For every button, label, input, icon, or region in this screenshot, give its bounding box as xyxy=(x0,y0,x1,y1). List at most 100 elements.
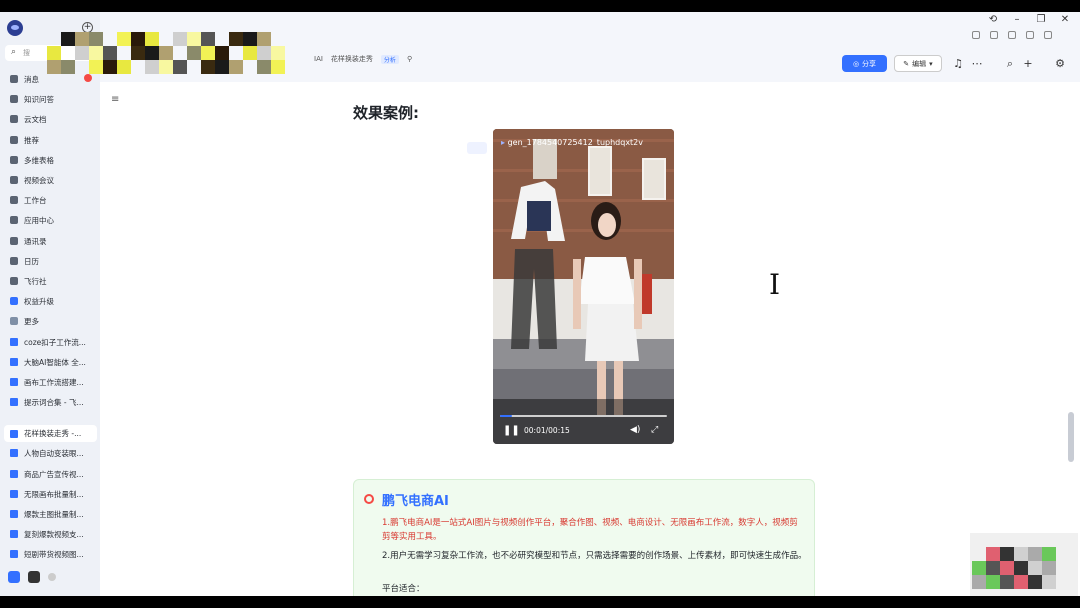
sidebar-item-more[interactable]: 更多 xyxy=(10,314,39,328)
video-file-icon: ▸ xyxy=(501,138,506,147)
settings-icon[interactable]: ⚙ xyxy=(1054,57,1066,70)
mosaic-tile xyxy=(972,575,986,589)
bell-icon[interactable]: ♫ xyxy=(952,57,964,70)
mosaic-tile xyxy=(201,32,215,46)
breadcrumb-current[interactable]: 花样换装走秀 xyxy=(331,54,373,64)
app-logo[interactable] xyxy=(7,20,23,36)
mosaic-tile xyxy=(1042,575,1056,589)
fullscreen-icon[interactable]: ⤢ xyxy=(651,425,658,435)
mosaic-tile xyxy=(1042,547,1056,561)
mosaic-tile xyxy=(257,46,271,60)
mosaic-tile xyxy=(117,60,131,74)
history-icon[interactable]: ⟲ xyxy=(988,14,998,25)
section-title: 效果案例: xyxy=(353,104,419,122)
sidebar-doc-active[interactable]: 花样换装走秀 -... xyxy=(4,425,97,442)
sidebar-doc[interactable]: 商品广告宣传视... xyxy=(10,467,84,481)
media-icon[interactable] xyxy=(28,571,40,583)
sidebar-item-label: 飞行社 xyxy=(24,276,47,286)
sidebar-item-knowledge[interactable]: 知识问答 xyxy=(10,92,54,106)
sidebar-item-recommend[interactable]: 推荐 xyxy=(10,133,39,147)
more-icon[interactable]: ⋯ xyxy=(971,57,983,70)
video-progress-track[interactable] xyxy=(500,415,667,417)
window-icon[interactable] xyxy=(990,31,998,39)
more-dot-icon[interactable] xyxy=(48,573,56,581)
breadcrumb-parent[interactable]: IAI xyxy=(314,55,323,63)
sidebar-item-contacts[interactable]: 通讯录 xyxy=(10,234,47,248)
more-window-icon[interactable] xyxy=(1044,31,1052,39)
sidebar-doc-label: 复刻爆款视频支... xyxy=(24,529,84,539)
mosaic-tile xyxy=(61,32,75,46)
sidebar-item-messages[interactable]: 消息 xyxy=(10,72,39,86)
more-apps-icon xyxy=(10,317,18,325)
video-player[interactable]: ▸ gen_1784540725412_tuphdqxt2v ❚❚ 00:01/… xyxy=(493,129,674,444)
sidebar-doc[interactable]: 复刻爆款视频支... xyxy=(10,527,84,541)
sidebar-item-upgrade[interactable]: 权益升级 xyxy=(10,294,54,308)
mosaic-tile xyxy=(201,46,215,60)
table-icon xyxy=(10,156,18,164)
add-icon[interactable]: + xyxy=(1022,57,1034,70)
mosaic-tile xyxy=(61,60,75,74)
volume-icon[interactable]: ◀) xyxy=(630,425,640,435)
sidebar-doc[interactable]: 短剧带货视频图... xyxy=(10,547,84,561)
edit-mode-button[interactable]: ✎ 编辑 ▾ xyxy=(894,55,942,72)
video-progress-fill xyxy=(500,415,512,417)
share-button[interactable]: ◎ 分享 xyxy=(842,55,887,72)
link-icon[interactable] xyxy=(1008,31,1016,39)
callout-card: 鹏飞电商AI 1.鹏飞电商AI是一站式AI图片与视频创作平台，聚合作图、视频、电… xyxy=(353,479,815,604)
pause-icon[interactable]: ❚❚ xyxy=(503,425,520,436)
sidebar-item-meeting[interactable]: 视频会议 xyxy=(10,173,54,187)
forward-icon[interactable] xyxy=(1026,31,1034,39)
video-current-time: 00:01 xyxy=(524,426,546,435)
close-icon[interactable]: ✕ xyxy=(1060,14,1070,25)
mosaic-tile xyxy=(229,60,243,74)
mosaic-tile xyxy=(1042,561,1056,575)
card-paragraph-1: 1.鹏飞电商AI是一站式AI图片与视频创作平台，聚合作图、视频、电商设计、无限画… xyxy=(382,518,798,542)
doc-icon xyxy=(10,378,18,386)
window-controls: ⟲ – ❐ ✕ xyxy=(988,14,1070,25)
doc-app-icon[interactable] xyxy=(8,571,20,583)
sidebar-doc[interactable]: 人物自动变装眼... xyxy=(10,446,84,460)
search-icon[interactable]: ⌕ xyxy=(1004,57,1016,71)
sidebar-item-feixingshe[interactable]: 飞行社 xyxy=(10,274,47,288)
doc-icon xyxy=(10,429,18,438)
sidebar-doc[interactable]: coze扣子工作流... xyxy=(10,335,86,349)
doc-body: ≡ 效果案例: ▸ gen_1784540725412_tuphdqxt2v ❚… xyxy=(100,82,1080,604)
pin-icon[interactable]: ⚲ xyxy=(407,55,412,63)
sidebar-doc[interactable]: 爆款主图批量制... xyxy=(10,507,84,521)
sidebar-doc[interactable]: 提示词合集 - 飞... xyxy=(10,395,84,409)
sidebar-doc[interactable]: 无限画布批量制... xyxy=(10,487,84,501)
sidebar-item-calendar[interactable]: 日历 xyxy=(10,254,39,268)
sidebar-doc-label: 短剧带货视频图... xyxy=(24,549,84,559)
pencil-icon: ✎ xyxy=(903,59,910,68)
doc-icon xyxy=(10,550,18,558)
minimize-icon[interactable]: – xyxy=(1012,14,1022,25)
sidebar-item-docs[interactable]: 云文档 xyxy=(10,112,47,126)
mosaic-tile xyxy=(89,32,103,46)
restore-icon[interactable]: ❐ xyxy=(1036,14,1046,25)
block-handle[interactable] xyxy=(467,142,487,154)
contacts-icon xyxy=(10,237,18,245)
mosaic-tile xyxy=(215,60,229,74)
sidebar-item-workplace[interactable]: 工作台 xyxy=(10,193,47,207)
sidebar-item-label: 日历 xyxy=(24,256,39,266)
sidebar-doc[interactable]: 画布工作流搭建... xyxy=(10,375,84,389)
outline-icon[interactable]: ≡ xyxy=(111,94,119,105)
sidebar-doc[interactable]: 大脑AI智能体 全... xyxy=(10,355,86,369)
edit-label: 编辑 xyxy=(912,59,927,68)
mosaic-tile xyxy=(257,32,271,46)
mosaic-tile xyxy=(257,60,271,74)
text-cursor-icon: I xyxy=(769,268,781,301)
sidebar-item-base[interactable]: 多维表格 xyxy=(10,153,54,167)
scrollbar-thumb[interactable] xyxy=(1068,412,1074,462)
doc-icon xyxy=(10,510,18,518)
sidebar-item-label: 通讯录 xyxy=(24,236,47,246)
comment-icon[interactable] xyxy=(972,31,980,39)
sidebar-doc-label: 爆款主图批量制... xyxy=(24,509,84,519)
sidebar-doc-label: coze扣子工作流... xyxy=(24,337,86,347)
doc-tag: 分析 xyxy=(380,54,399,64)
mosaic-tile xyxy=(173,60,187,74)
app-window: + ⌕ 搜 消息 知识问答 云文档 推荐 多维表格 视频会议 工作台 应用中心 … xyxy=(0,12,1080,604)
mosaic-tile xyxy=(1000,575,1014,589)
sidebar-item-app-center[interactable]: 应用中心 xyxy=(10,213,54,227)
app-center-icon xyxy=(10,216,18,224)
